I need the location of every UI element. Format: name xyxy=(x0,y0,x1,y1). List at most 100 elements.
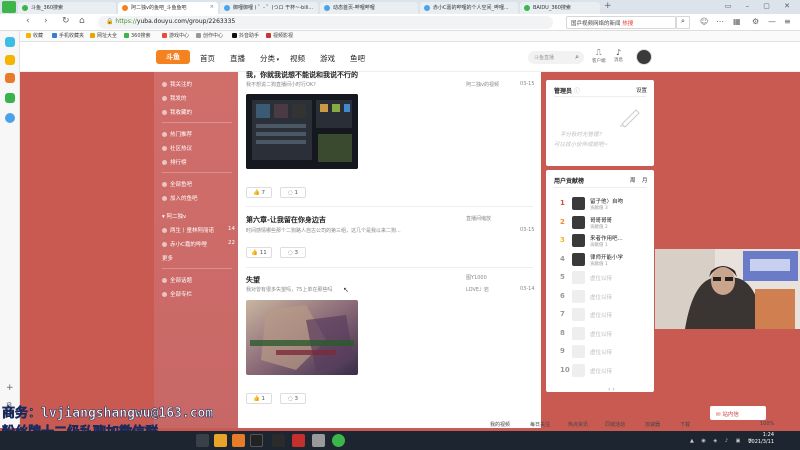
avatar[interactable] xyxy=(572,197,585,210)
browser-tab[interactable]: 斗鱼_360搜索 xyxy=(18,2,116,14)
user-icon[interactable]: ☺ xyxy=(700,17,708,26)
menu-item-ranking[interactable]: 排行榜 xyxy=(162,158,187,166)
nav-game[interactable]: 游戏 xyxy=(320,53,335,64)
comment-button[interactable]: ◌ 1 xyxy=(280,187,306,198)
menu-icon[interactable]: ≡ xyxy=(784,17,791,26)
post-image[interactable] xyxy=(246,300,358,375)
post-author[interactable]: LOVE♪ 岩 xyxy=(466,286,489,293)
zoom-level[interactable]: 100% xyxy=(760,421,774,427)
site-search-input[interactable]: 斗鱼直播 ⌕ xyxy=(528,51,584,64)
menu-item-posted[interactable]: 我发的 xyxy=(162,94,187,102)
nav-category[interactable]: 分类 ▾ xyxy=(260,53,279,64)
menu-item-hot[interactable]: 热门推荐 xyxy=(162,130,192,138)
bookmark-item[interactable]: 创作中心 xyxy=(196,32,223,39)
like-button[interactable]: 👍 11 xyxy=(246,247,272,258)
close-icon[interactable]: × xyxy=(210,4,214,10)
pager[interactable]: ‹ › xyxy=(608,386,615,393)
add-icon[interactable]: + xyxy=(6,383,14,393)
post-title[interactable]: 第六章-让我留在你身边吉 xyxy=(246,215,326,225)
bookmark-item[interactable]: 网址大全 xyxy=(90,32,117,39)
taskbar-app-icon[interactable] xyxy=(272,434,285,447)
url-field[interactable]: 🔒 https://yuba.douyu.com/group/2263335 xyxy=(98,16,553,29)
browser-tab[interactable]: BAIDU_360搜索 xyxy=(520,2,600,14)
chat-icon[interactable] xyxy=(5,93,15,103)
comment-button[interactable]: ◌ 3 xyxy=(280,393,306,404)
minimize-icon[interactable]: — xyxy=(768,17,776,26)
star-icon[interactable] xyxy=(5,55,15,65)
rank-user-name[interactable]: 虚位以待 xyxy=(590,311,612,319)
like-button[interactable]: 👍 7 xyxy=(246,187,272,198)
search-icon[interactable]: ⌕ xyxy=(575,53,579,62)
menu-item-community[interactable]: 社区热议 xyxy=(162,144,192,152)
cloud-icon[interactable] xyxy=(5,113,15,123)
status-item[interactable]: 同城活动 xyxy=(605,421,625,428)
rank-user-name[interactable]: 留子他〉自吻 xyxy=(590,197,623,205)
rank-user-name[interactable]: 虚位以待 xyxy=(590,348,612,356)
bookmark-item[interactable]: 游戏中心 xyxy=(162,32,189,39)
status-item[interactable]: 热点资讯 xyxy=(568,421,588,428)
post-author[interactable]: 阿二独v的视频 xyxy=(466,81,499,88)
browser-tab[interactable]: 动态首页-哔哩哔哩 xyxy=(320,2,418,14)
menu-item-following[interactable]: 我关注的 xyxy=(162,80,192,88)
client-button[interactable]: ⎍ 客户端 xyxy=(592,48,606,64)
avatar[interactable] xyxy=(572,289,585,303)
message-popup[interactable]: ✉ 站内信 xyxy=(710,406,766,420)
taskbar-folder-icon[interactable] xyxy=(214,434,227,447)
taskbar-app-icon[interactable] xyxy=(232,434,245,447)
avatar[interactable] xyxy=(572,363,585,377)
avatar[interactable] xyxy=(572,326,585,340)
post-author[interactable]: 直播间缩放 xyxy=(466,215,491,222)
bookmark-item[interactable]: 手机收藏夹 xyxy=(52,32,84,39)
rank-user-name[interactable]: 虚位以待 xyxy=(590,367,612,375)
status-item[interactable]: 下载 xyxy=(680,421,690,428)
bookmark-item[interactable]: 360搜索 xyxy=(124,32,151,39)
search-icon[interactable]: ⌕ xyxy=(676,16,690,29)
tab-week[interactable]: 周 xyxy=(630,176,636,184)
menu-item-favorites[interactable]: 我收藏的 xyxy=(162,108,192,116)
group-item-more[interactable]: 更多 xyxy=(162,254,173,262)
rank-user-name[interactable]: 哥哥哥哥 xyxy=(590,216,612,224)
nav-live[interactable]: 直播 xyxy=(230,53,245,64)
bookmark-item[interactable]: 抖音助手 xyxy=(232,32,259,39)
avatar[interactable] xyxy=(572,271,585,284)
group-item[interactable]: 赤小C嘉的哔哩 22 xyxy=(162,240,236,248)
forward-icon[interactable]: › xyxy=(44,16,48,26)
browser-tab[interactable]: 御哩御哩 ( ゜- ゜)つロ 干杯~-bili... xyxy=(220,2,318,14)
douyu-logo[interactable]: 斗鱼 xyxy=(156,50,190,64)
back-icon[interactable]: ‹ xyxy=(26,16,30,26)
avatar[interactable] xyxy=(572,215,585,229)
rank-user-name[interactable]: 虚位以待 xyxy=(590,274,612,282)
window-controls[interactable]: ▭ – ▢ ✕ xyxy=(725,2,796,10)
rank-user-name[interactable]: 来者作用吧... xyxy=(590,234,623,242)
post-title[interactable]: 我，你就我说想不能说和我说不行的 xyxy=(246,70,358,80)
comment-button[interactable]: ◌ 3 xyxy=(280,247,306,258)
home-icon[interactable]: ⌂ xyxy=(79,16,85,26)
game-icon[interactable] xyxy=(5,73,15,83)
taskbar-app-icon[interactable] xyxy=(312,434,325,447)
status-item[interactable]: 每日关注 xyxy=(530,421,550,428)
bookmark-item[interactable]: 视频影视 xyxy=(266,32,293,39)
settings-link[interactable]: 设置 xyxy=(636,86,647,94)
tab-month[interactable]: 月 xyxy=(642,176,648,184)
browser-tab[interactable]: 赤小C嘉的哔哩的个人空间_哔哩... xyxy=(420,2,518,14)
group-item[interactable]: 两生丨童林阿丽诺 14 xyxy=(162,226,236,234)
menu-item-joined[interactable]: 加入的鱼吧 xyxy=(162,194,198,202)
new-tab-button[interactable]: + xyxy=(604,1,612,11)
taskbar-app-icon[interactable] xyxy=(292,434,305,447)
grid-icon[interactable]: ▦ xyxy=(733,17,741,26)
nav-home[interactable]: 首页 xyxy=(200,53,215,64)
taskbar-fan-icon[interactable] xyxy=(250,434,263,447)
taskbar-browser-icon[interactable] xyxy=(332,434,345,447)
group-item[interactable]: ▾ 阿二独v xyxy=(162,212,186,220)
bookmark-item[interactable]: 收藏 xyxy=(26,32,43,39)
sidebar-app-icon[interactable] xyxy=(5,37,15,47)
browser-tab-active[interactable]: 阿二独v的鱼吧_斗鱼鱼吧 × xyxy=(118,2,218,14)
avatar[interactable] xyxy=(572,345,585,358)
taskbar-clock[interactable]: 1:24 2021/3/11 xyxy=(748,432,774,446)
post-image[interactable] xyxy=(246,94,358,169)
post-title[interactable]: 失望 xyxy=(246,275,260,285)
browser-search-input[interactable]: 国乒视频网络的新闻 热搜 xyxy=(566,16,676,29)
messages-button[interactable]: ♪ 消息 xyxy=(614,48,623,63)
avatar[interactable] xyxy=(572,234,585,247)
nav-video[interactable]: 视频 xyxy=(290,53,305,64)
